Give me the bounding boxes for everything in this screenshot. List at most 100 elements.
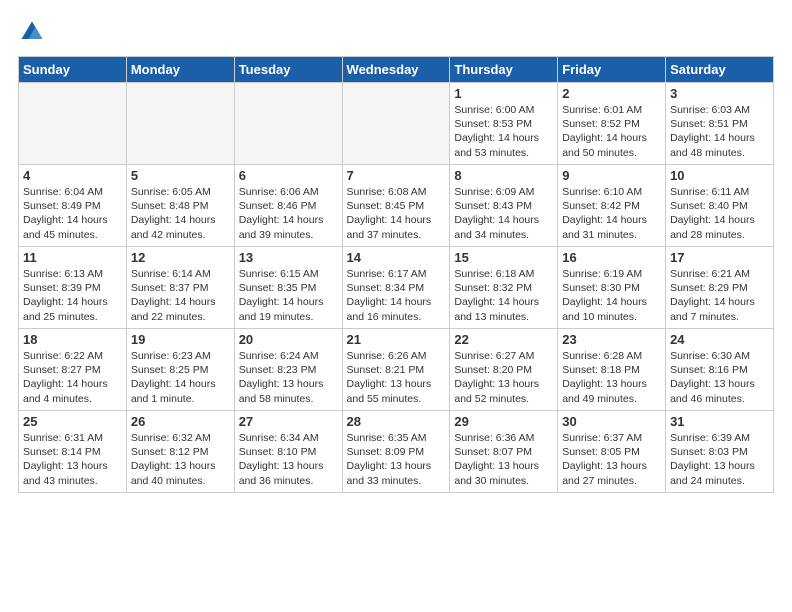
day-number: 20 [239,332,338,347]
week-row-4: 18Sunrise: 6:22 AM Sunset: 8:27 PM Dayli… [19,329,774,411]
week-row-3: 11 Sunrise: 6:13 AM Sunset: 8:39 PM Dayli… [19,247,774,329]
day-number: 11 [23,250,122,265]
day-number: 28 [347,414,446,429]
day-number: 31 [670,414,769,429]
day-number: 5 [131,168,230,183]
day-number: 6 [239,168,338,183]
calendar-body: 1 Sunrise: 6:00 AM Sunset: 8:53 PM Daylig… [19,83,774,493]
day-cell: 29Sunrise: 6:36 AM Sunset: 8:07 PM Dayli… [450,411,558,493]
logo-icon [18,18,46,46]
page: SundayMondayTuesdayWednesdayThursdayFrid… [0,0,792,508]
header-cell-sunday: Sunday [19,57,127,83]
day-cell: 9 Sunrise: 6:10 AM Sunset: 8:42 PM Daylig… [558,165,666,247]
day-number: 9 [562,168,661,183]
header-cell-wednesday: Wednesday [342,57,450,83]
logo [18,18,50,46]
day-number: 22 [454,332,553,347]
day-cell: 3 Sunrise: 6:03 AM Sunset: 8:51 PM Daylig… [666,83,774,165]
day-info: Sunrise: 6:18 AM Sunset: 8:32 PM Dayligh… [454,267,553,324]
day-cell [126,83,234,165]
day-info: Sunrise: 6:09 AM Sunset: 8:43 PM Dayligh… [454,185,553,242]
day-number: 3 [670,86,769,101]
day-info: Sunrise: 6:37 AM Sunset: 8:05 PM Dayligh… [562,431,661,488]
day-cell [19,83,127,165]
day-info: Sunrise: 6:24 AM Sunset: 8:23 PM Dayligh… [239,349,338,406]
day-cell: 28 Sunrise: 6:35 AM Sunset: 8:09 PM Dayli… [342,411,450,493]
day-cell: 4Sunrise: 6:04 AM Sunset: 8:49 PM Daylig… [19,165,127,247]
day-cell [342,83,450,165]
day-info: Sunrise: 6:05 AM Sunset: 8:48 PM Dayligh… [131,185,230,242]
day-cell: 16 Sunrise: 6:19 AM Sunset: 8:30 PM Dayli… [558,247,666,329]
day-number: 14 [347,250,446,265]
day-cell: 2 Sunrise: 6:01 AM Sunset: 8:52 PM Daylig… [558,83,666,165]
day-number: 18 [23,332,122,347]
header-cell-friday: Friday [558,57,666,83]
day-cell: 25 Sunrise: 6:31 AM Sunset: 8:14 PM Dayli… [19,411,127,493]
day-number: 2 [562,86,661,101]
day-number: 8 [454,168,553,183]
day-info: Sunrise: 6:23 AM Sunset: 8:25 PM Dayligh… [131,349,230,406]
day-info: Sunrise: 6:31 AM Sunset: 8:14 PM Dayligh… [23,431,122,488]
day-info: Sunrise: 6:10 AM Sunset: 8:42 PM Dayligh… [562,185,661,242]
day-number: 24 [670,332,769,347]
day-cell: 8 Sunrise: 6:09 AM Sunset: 8:43 PM Daylig… [450,165,558,247]
day-cell: 11 Sunrise: 6:13 AM Sunset: 8:39 PM Dayli… [19,247,127,329]
header [18,18,774,46]
day-cell: 10 Sunrise: 6:11 AM Sunset: 8:40 PM Dayli… [666,165,774,247]
day-number: 1 [454,86,553,101]
day-cell: 14 Sunrise: 6:17 AM Sunset: 8:34 PM Dayli… [342,247,450,329]
calendar-header: SundayMondayTuesdayWednesdayThursdayFrid… [19,57,774,83]
day-info: Sunrise: 6:06 AM Sunset: 8:46 PM Dayligh… [239,185,338,242]
day-cell: 22 Sunrise: 6:27 AM Sunset: 8:20 PM Dayli… [450,329,558,411]
day-info: Sunrise: 6:13 AM Sunset: 8:39 PM Dayligh… [23,267,122,324]
day-info: Sunrise: 6:01 AM Sunset: 8:52 PM Dayligh… [562,103,661,160]
day-number: 10 [670,168,769,183]
day-info: Sunrise: 6:35 AM Sunset: 8:09 PM Dayligh… [347,431,446,488]
day-cell: 17 Sunrise: 6:21 AM Sunset: 8:29 PM Dayli… [666,247,774,329]
day-info: Sunrise: 6:19 AM Sunset: 8:30 PM Dayligh… [562,267,661,324]
day-info: Sunrise: 6:21 AM Sunset: 8:29 PM Dayligh… [670,267,769,324]
day-cell: 7 Sunrise: 6:08 AM Sunset: 8:45 PM Daylig… [342,165,450,247]
day-info: Sunrise: 6:14 AM Sunset: 8:37 PM Dayligh… [131,267,230,324]
day-number: 7 [347,168,446,183]
day-info: Sunrise: 6:28 AM Sunset: 8:18 PM Dayligh… [562,349,661,406]
day-cell: 6 Sunrise: 6:06 AM Sunset: 8:46 PM Daylig… [234,165,342,247]
day-cell: 19 Sunrise: 6:23 AM Sunset: 8:25 PM Dayli… [126,329,234,411]
day-cell: 13Sunrise: 6:15 AM Sunset: 8:35 PM Dayli… [234,247,342,329]
day-cell: 27Sunrise: 6:34 AM Sunset: 8:10 PM Dayli… [234,411,342,493]
day-cell [234,83,342,165]
day-info: Sunrise: 6:00 AM Sunset: 8:53 PM Dayligh… [454,103,553,160]
week-row-2: 4Sunrise: 6:04 AM Sunset: 8:49 PM Daylig… [19,165,774,247]
day-info: Sunrise: 6:32 AM Sunset: 8:12 PM Dayligh… [131,431,230,488]
day-info: Sunrise: 6:27 AM Sunset: 8:20 PM Dayligh… [454,349,553,406]
day-number: 12 [131,250,230,265]
header-cell-tuesday: Tuesday [234,57,342,83]
day-info: Sunrise: 6:26 AM Sunset: 8:21 PM Dayligh… [347,349,446,406]
day-number: 26 [131,414,230,429]
day-info: Sunrise: 6:17 AM Sunset: 8:34 PM Dayligh… [347,267,446,324]
day-info: Sunrise: 6:30 AM Sunset: 8:16 PM Dayligh… [670,349,769,406]
day-number: 4 [23,168,122,183]
day-info: Sunrise: 6:15 AM Sunset: 8:35 PM Dayligh… [239,267,338,324]
day-cell: 20 Sunrise: 6:24 AM Sunset: 8:23 PM Dayli… [234,329,342,411]
day-cell: 12 Sunrise: 6:14 AM Sunset: 8:37 PM Dayli… [126,247,234,329]
day-cell: 23 Sunrise: 6:28 AM Sunset: 8:18 PM Dayli… [558,329,666,411]
day-cell: 30Sunrise: 6:37 AM Sunset: 8:05 PM Dayli… [558,411,666,493]
day-cell: 15Sunrise: 6:18 AM Sunset: 8:32 PM Dayli… [450,247,558,329]
header-cell-monday: Monday [126,57,234,83]
header-cell-thursday: Thursday [450,57,558,83]
day-cell: 18Sunrise: 6:22 AM Sunset: 8:27 PM Dayli… [19,329,127,411]
day-number: 17 [670,250,769,265]
day-number: 16 [562,250,661,265]
day-info: Sunrise: 6:11 AM Sunset: 8:40 PM Dayligh… [670,185,769,242]
day-info: Sunrise: 6:03 AM Sunset: 8:51 PM Dayligh… [670,103,769,160]
day-cell: 21Sunrise: 6:26 AM Sunset: 8:21 PM Dayli… [342,329,450,411]
day-number: 23 [562,332,661,347]
calendar-table: SundayMondayTuesdayWednesdayThursdayFrid… [18,56,774,493]
day-cell: 24 Sunrise: 6:30 AM Sunset: 8:16 PM Dayli… [666,329,774,411]
day-number: 25 [23,414,122,429]
day-number: 19 [131,332,230,347]
week-row-1: 1 Sunrise: 6:00 AM Sunset: 8:53 PM Daylig… [19,83,774,165]
day-number: 29 [454,414,553,429]
day-info: Sunrise: 6:08 AM Sunset: 8:45 PM Dayligh… [347,185,446,242]
